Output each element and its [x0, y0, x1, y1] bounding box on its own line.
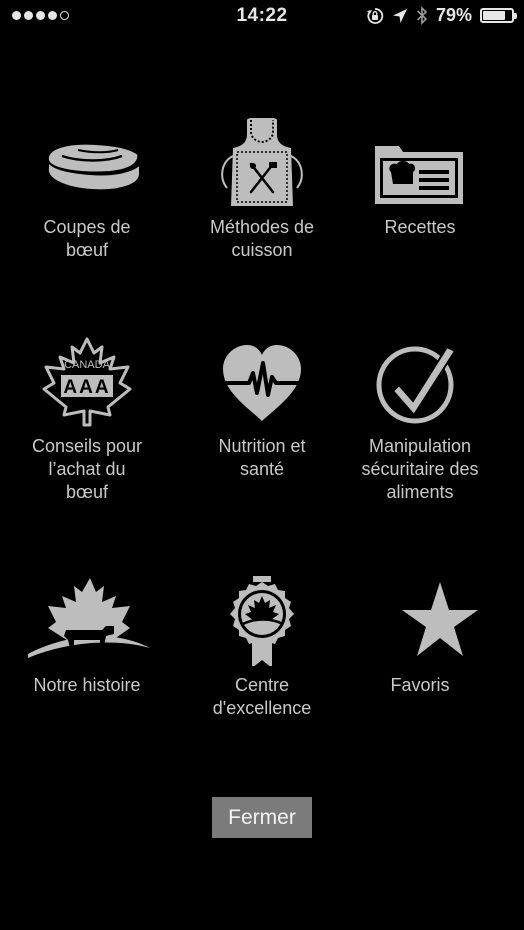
maple-leaf-cow-icon	[22, 576, 152, 666]
menu-item-label: Manipulation sécuritaire des aliments	[361, 436, 479, 502]
bluetooth-icon	[416, 6, 428, 25]
checkmark-circle-icon	[355, 337, 485, 427]
heart-pulse-icon	[197, 337, 327, 427]
award-medal-icon	[197, 576, 327, 666]
menu-item-manipulation-securitaire[interactable]: Manipulation sécuritaire des aliments	[335, 337, 505, 504]
menu-item-label: Notre histoire	[33, 675, 141, 695]
menu-item-label: Recettes	[384, 217, 456, 237]
menu-item-label: Conseils pour l’achat du bœuf	[31, 436, 143, 502]
status-bar: 14:22 79%	[0, 0, 524, 34]
menu-item-label: Favoris	[390, 675, 450, 695]
close-button[interactable]: Fermer	[212, 797, 312, 838]
star-icon	[355, 576, 485, 666]
location-arrow-icon	[392, 8, 408, 24]
status-right-group: 79%	[366, 5, 517, 26]
steak-icon	[22, 118, 152, 208]
battery-icon	[480, 8, 517, 23]
menu-item-conseils-achat[interactable]: CANADA AAA Conseils pour l’achat du bœuf	[2, 337, 172, 504]
apron-icon	[197, 118, 327, 208]
menu-item-centre-excellence[interactable]: Centre d'excellence	[177, 576, 347, 720]
menu-item-label: Coupes de bœuf	[43, 217, 131, 260]
menu-item-methodes-de-cuisson[interactable]: Méthodes de cuisson	[177, 118, 347, 262]
recipe-folder-icon	[355, 118, 485, 208]
menu-item-label: Nutrition et santé	[218, 436, 306, 479]
battery-level-fill	[483, 11, 506, 20]
menu-item-label: Méthodes de cuisson	[209, 217, 315, 260]
menu-item-notre-histoire[interactable]: Notre histoire	[2, 576, 172, 697]
menu-item-label: Centre d'excellence	[212, 675, 312, 718]
menu-item-favoris[interactable]: Favoris	[335, 576, 505, 697]
aaa-grade-text: AAA	[63, 377, 110, 398]
menu-item-coupes-de-boeuf[interactable]: Coupes de bœuf	[2, 118, 172, 262]
menu-item-recettes[interactable]: Recettes	[335, 118, 505, 239]
battery-percent: 79%	[435, 5, 472, 25]
menu-item-nutrition-sante[interactable]: Nutrition et santé	[177, 337, 347, 481]
orientation-lock-icon	[366, 7, 384, 25]
canada-aaa-maple-icon: CANADA AAA	[22, 337, 152, 427]
canada-text: CANADA	[64, 359, 111, 371]
